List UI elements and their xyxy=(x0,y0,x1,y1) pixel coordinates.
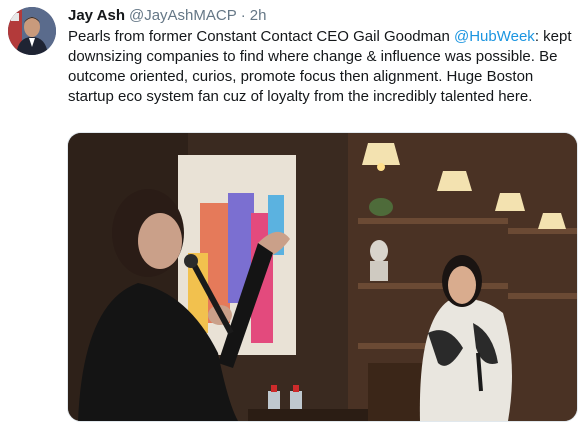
tweet[interactable]: Jay Ash @JayAshMACP · 2h Pearls from former… xyxy=(0,0,588,426)
tweet-text-part1: Pearls from former Constant Contact CEO … xyxy=(68,28,454,45)
stage-photo-image xyxy=(68,133,577,421)
tweet-header: Jay Ash @JayAshMACP · 2h xyxy=(68,6,266,26)
mention-link[interactable]: @HubWeek xyxy=(454,28,535,45)
tweet-text: Pearls from former Constant Contact CEO … xyxy=(68,27,576,107)
avatar-image xyxy=(8,7,56,55)
display-name[interactable]: Jay Ash xyxy=(68,7,125,24)
tweet-photo[interactable] xyxy=(67,132,578,422)
timestamp[interactable]: 2h xyxy=(250,7,267,24)
separator-dot: · xyxy=(240,7,246,24)
avatar[interactable] xyxy=(8,7,56,55)
user-handle[interactable]: @JayAshMACP xyxy=(129,7,237,24)
